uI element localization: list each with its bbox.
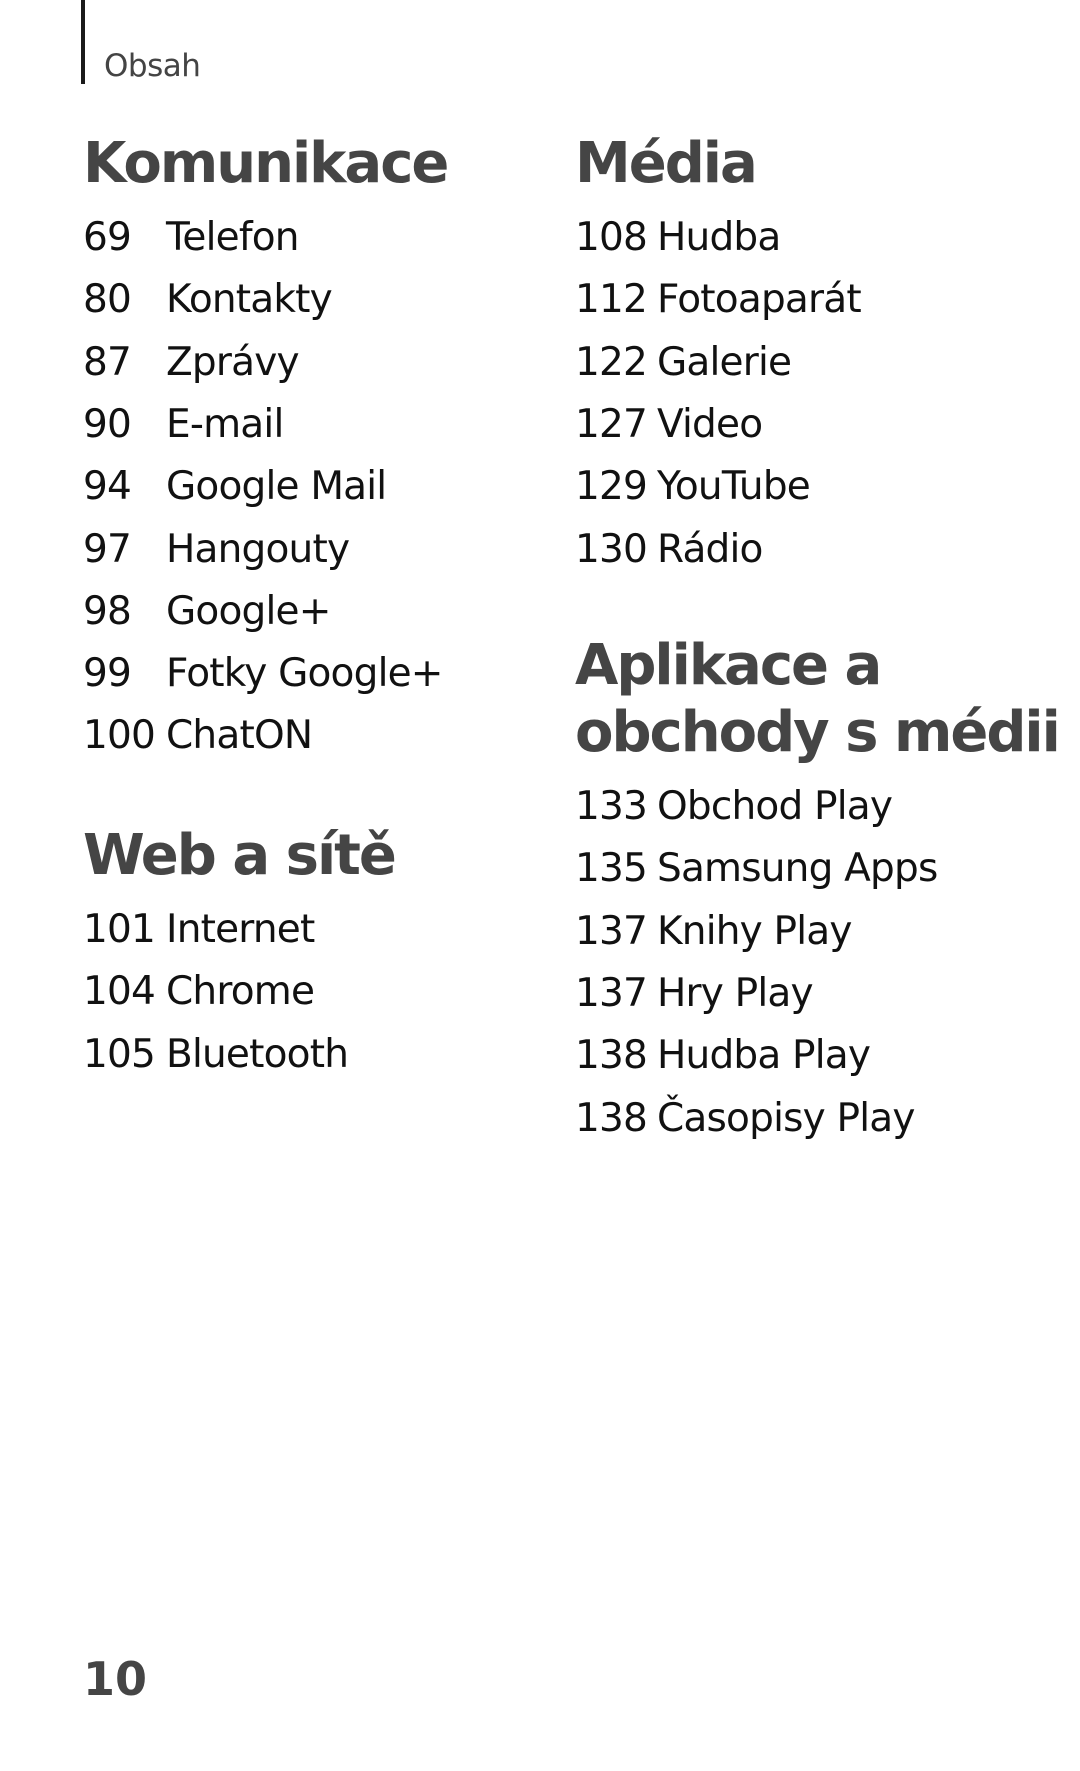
toc-entry-label: Kontakty bbox=[166, 277, 333, 323]
toc-page-number: 135 bbox=[575, 846, 648, 892]
toc-page-number: 100 bbox=[83, 713, 156, 759]
toc-entry-label: E-mail bbox=[166, 401, 284, 447]
toc-entry-label: Fotky Google+ bbox=[166, 651, 443, 697]
toc-entry-label: Hudba bbox=[657, 215, 781, 260]
toc-page-number: 112 bbox=[575, 277, 648, 323]
toc-page-number: 130 bbox=[575, 526, 648, 572]
toc-page-number: 99 bbox=[83, 651, 132, 697]
toc-entry-label: Chrome bbox=[166, 969, 315, 1015]
toc-entry-label: Video bbox=[657, 401, 763, 447]
toc-entry-label: Rádio bbox=[657, 526, 763, 572]
toc-page-number: 87 bbox=[83, 339, 132, 385]
toc-page-number: 127 bbox=[575, 401, 648, 447]
toc-entry-label: Galerie bbox=[657, 339, 792, 385]
toc-entry-label: Knihy Play bbox=[657, 908, 852, 954]
section-title-media: Média bbox=[575, 131, 758, 196]
toc-entry-label: Hry Play bbox=[657, 970, 814, 1016]
page-number: 10 bbox=[83, 1652, 148, 1706]
toc-entry-label: YouTube bbox=[657, 464, 811, 510]
toc-entry-label: Samsung Apps bbox=[657, 846, 938, 892]
toc-page-number: 137 bbox=[575, 970, 648, 1016]
toc-entry-label: Hudba Play bbox=[657, 1033, 871, 1079]
toc-entry-label: ChatON bbox=[166, 713, 313, 759]
header-divider-bar bbox=[81, 0, 85, 84]
toc-page-number: 97 bbox=[83, 526, 132, 572]
toc-entry-label: Zprávy bbox=[166, 339, 300, 385]
section-title-aplikace-line1: Aplikace a bbox=[575, 633, 882, 698]
toc-page-number: 122 bbox=[575, 339, 648, 385]
toc-page-number: 80 bbox=[83, 277, 132, 323]
toc-page-number: 105 bbox=[83, 1031, 156, 1077]
toc-entry-label: Obchod Play bbox=[657, 784, 893, 829]
toc-entry-label: Internet bbox=[166, 907, 315, 952]
toc-page-number: 104 bbox=[83, 969, 156, 1015]
toc-page-number: 133 bbox=[575, 784, 648, 829]
toc-page-number: 129 bbox=[575, 464, 648, 510]
toc-page-number: 94 bbox=[83, 464, 132, 510]
toc-entry-label: Fotoaparát bbox=[657, 277, 862, 323]
section-title-web: Web a sítě bbox=[83, 823, 397, 888]
header-title: Obsah bbox=[104, 48, 201, 84]
toc-page-number: 98 bbox=[83, 588, 132, 634]
toc-page-number: 69 bbox=[83, 215, 132, 260]
toc-page-number: 108 bbox=[575, 215, 648, 260]
toc-page-number: 138 bbox=[575, 1095, 648, 1141]
toc-page-number: 90 bbox=[83, 401, 132, 447]
toc-page-number: 101 bbox=[83, 907, 156, 952]
toc-entry-label: Google+ bbox=[166, 588, 331, 634]
section-title-aplikace-line2: obchody s médii bbox=[575, 700, 1061, 765]
toc-entry-label: Telefon bbox=[166, 215, 300, 260]
toc-page-number: 137 bbox=[575, 908, 648, 954]
toc-entry-label: Hangouty bbox=[166, 526, 350, 572]
section-title-komunikace: Komunikace bbox=[83, 131, 449, 196]
toc-page-number: 138 bbox=[575, 1033, 648, 1079]
toc-entry-label: Časopisy Play bbox=[657, 1095, 915, 1141]
toc-entry-label: Bluetooth bbox=[166, 1031, 349, 1077]
toc-entry-label: Google Mail bbox=[166, 464, 387, 510]
